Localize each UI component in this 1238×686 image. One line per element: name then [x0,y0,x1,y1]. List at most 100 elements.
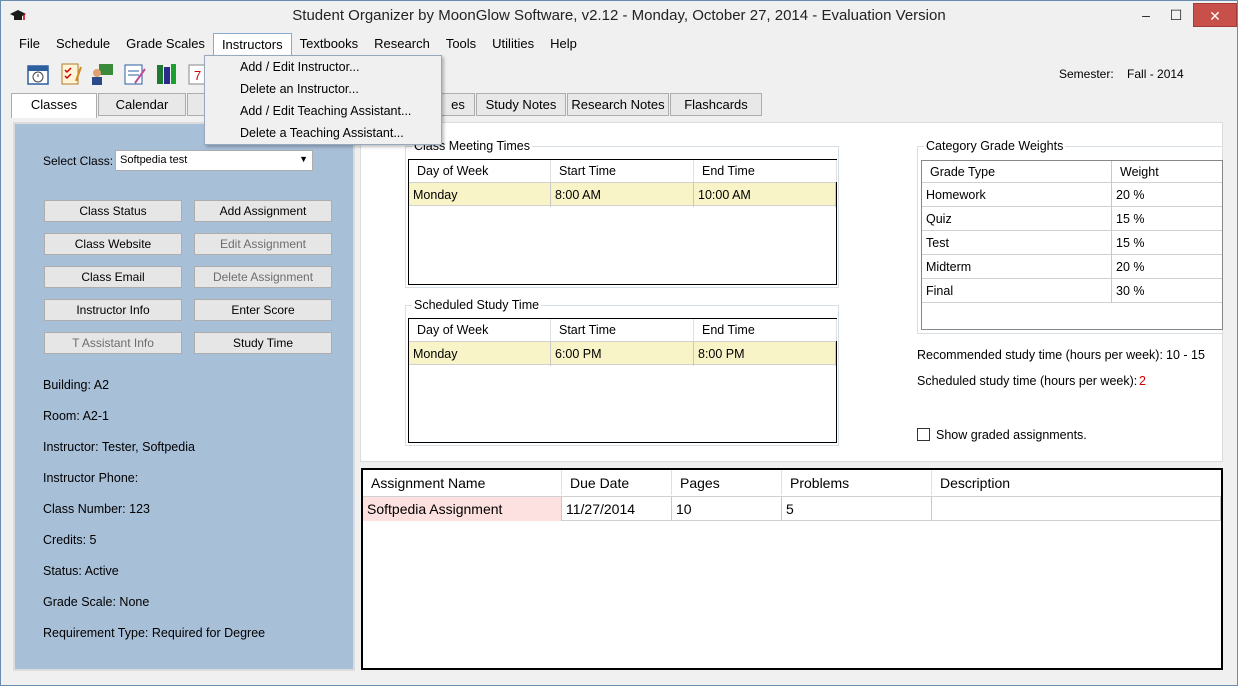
cell-start[interactable]: 8:00 AM [551,183,694,207]
cell-day[interactable]: Monday [409,342,551,366]
header-start[interactable]: Start Time [551,160,694,182]
header-day[interactable]: Day of Week [409,319,551,341]
menu-research[interactable]: Research [366,33,438,55]
show-graded-checkbox[interactable] [917,428,930,441]
header-description[interactable]: Description [932,470,1221,495]
menu-utilities[interactable]: Utilities [484,33,542,55]
chevron-down-icon: ▼ [299,154,308,164]
grade-type-cell[interactable]: Final [922,279,1112,303]
study-time-button[interactable]: Study Time [194,332,332,354]
table-row[interactable]: Final 30 % [922,279,1222,303]
delete-ta-item[interactable]: Delete a Teaching Assistant... [240,126,404,140]
books-icon[interactable] [151,59,181,89]
delete-assignment-button[interactable]: Delete Assignment [194,266,332,288]
problems-cell[interactable]: 5 [782,497,932,521]
tab-calendar[interactable]: Calendar [98,93,186,116]
table-row[interactable]: Test 15 % [922,231,1222,255]
add-assignment-button[interactable]: Add Assignment [194,200,332,222]
table-row[interactable]: Midterm 20 % [922,255,1222,279]
add-edit-instructor-item[interactable]: Add / Edit Instructor... [240,60,360,74]
t-assistant-info-button[interactable]: T Assistant Info [44,332,182,354]
enter-score-button[interactable]: Enter Score [194,299,332,321]
class-select-value: Softpedia test [120,154,188,166]
add-edit-ta-item[interactable]: Add / Edit Teaching Assistant... [240,104,411,118]
weight-cell[interactable]: 20 % [1112,183,1222,207]
class-website-button[interactable]: Class Website [44,233,182,255]
grade-scale-info: Grade Scale: None [43,595,150,609]
study-time-title: Scheduled Study Time [412,298,542,312]
header-problems[interactable]: Problems [782,470,932,495]
description-cell[interactable] [932,497,1221,521]
header-weight[interactable]: Weight [1112,161,1222,185]
menu-file[interactable]: File [11,33,48,55]
menu-tools[interactable]: Tools [438,33,484,55]
menu-instructors[interactable]: Instructors [212,33,292,56]
close-button[interactable]: ✕ [1193,3,1237,27]
tab-research-notes[interactable]: Research Notes [567,93,669,116]
table-row[interactable]: Monday 8:00 AM 10:00 AM [409,182,836,207]
tab-partial[interactable]: es [441,93,475,116]
table-row[interactable]: Monday 6:00 PM 8:00 PM [409,341,836,366]
grade-type-cell[interactable]: Quiz [922,207,1112,231]
cell-end[interactable]: 8:00 PM [694,342,836,366]
menu-schedule[interactable]: Schedule [48,33,118,55]
maximize-button[interactable]: ☐ [1161,3,1191,27]
cell-end[interactable]: 10:00 AM [694,183,836,207]
checklist-icon[interactable] [55,59,85,89]
minimize-button[interactable]: – [1131,3,1161,27]
grade-type-cell[interactable]: Test [922,231,1112,255]
pages-cell[interactable]: 10 [672,497,782,521]
cell-start[interactable]: 6:00 PM [551,342,694,366]
study-time-grid[interactable]: Day of Week Start Time End Time Monday 6… [408,318,837,443]
calendar-icon[interactable] [23,59,53,89]
tab-hidden[interactable] [187,93,205,116]
grade-weights-grid[interactable]: Grade Type Weight Homework 20 % Quiz 15 … [921,160,1223,330]
edit-assignment-button[interactable]: Edit Assignment [194,233,332,255]
requirement-type-info: Requirement Type: Required for Degree [43,626,266,640]
recommended-study-value: 10 - 15 [1166,348,1205,362]
class-email-button[interactable]: Class Email [44,266,182,288]
table-row[interactable]: Softpedia Assignment 11/27/2014 10 5 [363,496,1221,521]
assignments-grid[interactable]: Assignment Name Due Date Pages Problems … [361,468,1223,670]
meeting-times-grid[interactable]: Day of Week Start Time End Time Monday 8… [408,159,837,285]
grade-type-cell[interactable]: Homework [922,183,1112,207]
toolbar: 7 [23,59,213,89]
header-end[interactable]: End Time [694,160,837,182]
tab-study-notes[interactable]: Study Notes [476,93,566,116]
scheduled-study-value: 2 [1139,374,1146,388]
header-grade-type[interactable]: Grade Type [922,161,1112,185]
table-row[interactable]: Homework 20 % [922,183,1222,207]
grade-weights-header: Grade Type Weight [922,161,1222,185]
menu-help[interactable]: Help [542,33,585,55]
header-start[interactable]: Start Time [551,319,694,341]
header-end[interactable]: End Time [694,319,837,341]
instructor-icon[interactable] [87,59,117,89]
tab-classes[interactable]: Classes [11,93,97,118]
weight-cell[interactable]: 15 % [1112,231,1222,255]
weight-cell[interactable]: 30 % [1112,279,1222,303]
notepad-icon[interactable] [119,59,149,89]
assignment-name-cell[interactable]: Softpedia Assignment [363,497,562,521]
tab-flashcards[interactable]: Flashcards [670,93,762,116]
weight-cell[interactable]: 15 % [1112,207,1222,231]
weight-cell[interactable]: 20 % [1112,255,1222,279]
header-assignment-name[interactable]: Assignment Name [363,470,562,495]
header-day[interactable]: Day of Week [409,160,551,182]
due-date-cell[interactable]: 11/27/2014 [562,497,672,521]
delete-instructor-item[interactable]: Delete an Instructor... [240,82,359,96]
menu-bar: File Schedule Grade Scales Instructors T… [11,33,585,56]
cell-day[interactable]: Monday [409,183,551,207]
instructors-dropdown: Add / Edit Instructor... Delete an Instr… [204,55,442,145]
semester-display: Semester: Fall - 2014 [1059,67,1184,81]
menu-grade-scales[interactable]: Grade Scales [118,33,213,55]
menu-textbooks[interactable]: Textbooks [292,33,367,55]
table-row[interactable]: Quiz 15 % [922,207,1222,231]
class-select[interactable]: Softpedia test ▼ [115,150,313,171]
credits-info: Credits: 5 [43,533,97,547]
grade-weights-title: Category Grade Weights [924,139,1066,153]
class-status-button[interactable]: Class Status [44,200,182,222]
grade-type-cell[interactable]: Midterm [922,255,1112,279]
header-pages[interactable]: Pages [672,470,782,495]
header-due-date[interactable]: Due Date [562,470,672,495]
instructor-info-button[interactable]: Instructor Info [44,299,182,321]
